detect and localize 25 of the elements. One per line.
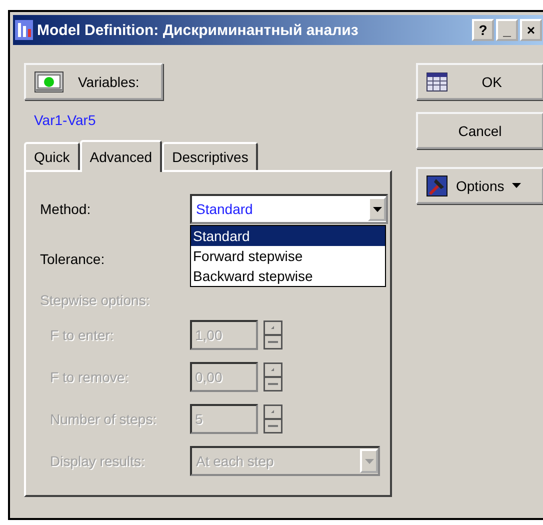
cancel-button[interactable]: Cancel: [416, 112, 543, 149]
window-title: Model Definition: Дискриминантный анализ: [37, 22, 358, 38]
caret-icon: [364, 458, 374, 464]
minimize-button[interactable]: _: [496, 19, 518, 41]
dropdown-option[interactable]: Standard: [191, 226, 385, 246]
dropdown-option[interactable]: Forward stepwise: [191, 246, 385, 266]
method-dropdown[interactable]: Standard: [190, 194, 388, 224]
app-icon: [15, 20, 33, 40]
ok-button[interactable]: OK: [416, 63, 543, 100]
caret-icon: [372, 206, 382, 212]
caret-icon: [512, 183, 522, 188]
method-label: Method:: [40, 201, 92, 217]
dropdown-option[interactable]: Backward stepwise: [191, 266, 385, 286]
tab[interactable]: Advanced: [80, 140, 162, 172]
hammer-icon: [426, 174, 448, 196]
variables-icon: [34, 70, 64, 92]
help-button[interactable]: ?: [472, 19, 494, 41]
variables-value: Var1-Var5: [34, 112, 96, 128]
options-button[interactable]: Options: [416, 167, 543, 204]
grid-icon: [426, 72, 448, 92]
close-button[interactable]: ×: [520, 19, 542, 41]
tolerance-label: Tolerance:: [40, 251, 106, 267]
tab[interactable]: Descriptives: [162, 142, 258, 170]
variables-button[interactable]: Variables:: [24, 63, 163, 100]
tab[interactable]: Quick: [24, 142, 80, 170]
